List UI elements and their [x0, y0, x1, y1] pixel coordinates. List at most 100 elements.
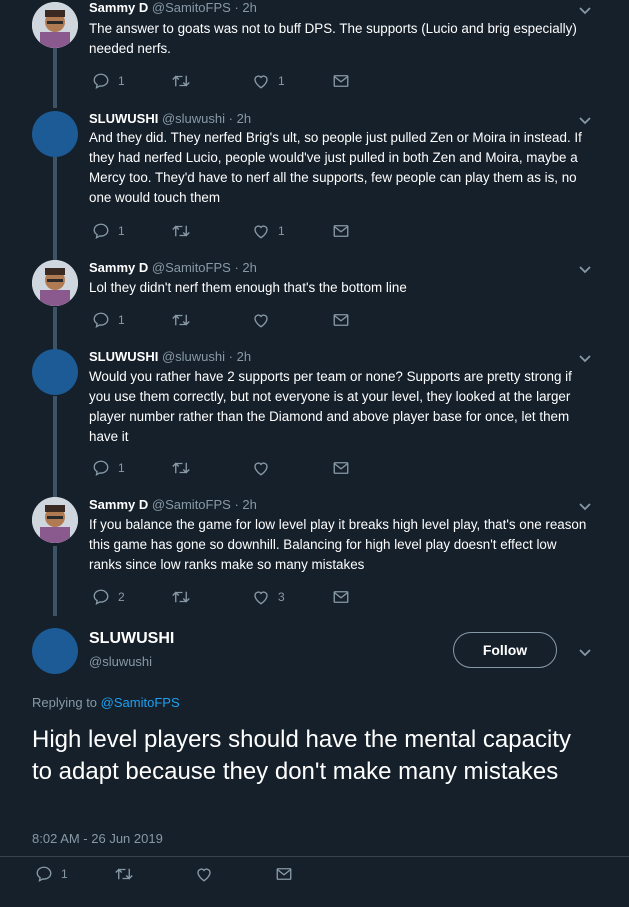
main-tweet-text: High level players should have the menta…	[32, 726, 571, 785]
tweet-text: If you balance the game for low level pl…	[89, 517, 587, 572]
tweet[interactable]: Sammy D @SamitoFPS · 2h Lol they didn't …	[0, 258, 629, 340]
like-button[interactable]	[252, 458, 278, 478]
retweet-button[interactable]	[171, 587, 199, 607]
like-button[interactable]	[195, 864, 221, 884]
replying-to-handle[interactable]: @SamitoFPS	[101, 695, 180, 710]
avatar[interactable]	[32, 628, 78, 674]
direct-message-button[interactable]	[275, 864, 293, 884]
speech-bubble-icon	[93, 589, 109, 606]
tweet-timestamp[interactable]: 8:02 AM - 26 Jun 2019	[32, 831, 163, 846]
like-button[interactable]: 1	[252, 221, 285, 241]
envelope-icon	[333, 75, 349, 87]
envelope-icon	[333, 314, 349, 326]
display-name[interactable]: Sammy D	[89, 0, 148, 15]
reply-button[interactable]: 2	[92, 587, 125, 607]
tweet-header: Sammy D @SamitoFPS · 2h	[89, 0, 257, 15]
direct-message-button[interactable]	[332, 587, 350, 607]
reply-button[interactable]: 1	[92, 458, 125, 478]
speech-bubble-icon	[93, 73, 109, 90]
direct-message-button[interactable]	[332, 458, 350, 478]
tweet-text: The answer to goats was not to buff DPS.…	[89, 21, 577, 56]
timestamp[interactable]: 2h	[242, 0, 256, 15]
retweet-button[interactable]	[171, 458, 199, 478]
like-button[interactable]	[252, 310, 278, 330]
tweet[interactable]: Sammy D @SamitoFPS · 2h The answer to go…	[0, 0, 629, 100]
replying-to: Replying to @SamitoFPS	[32, 695, 180, 710]
retweet-button[interactable]	[171, 221, 199, 241]
retweet-arrows-icon	[115, 868, 133, 880]
tweet-text: And they did. They nerfed Brig's ult, so…	[89, 130, 582, 205]
direct-message-button[interactable]	[332, 310, 350, 330]
separator: ·	[234, 260, 239, 275]
handle[interactable]: @sluwushi	[162, 111, 225, 126]
reply-count: 2	[118, 590, 125, 604]
retweet-button[interactable]	[171, 71, 199, 91]
chevron-down-icon[interactable]	[578, 6, 592, 16]
timestamp[interactable]: 2h	[237, 349, 251, 364]
separator: ·	[228, 349, 233, 364]
retweet-button[interactable]	[114, 864, 142, 884]
speech-bubble-icon	[93, 223, 109, 240]
avatar[interactable]	[32, 111, 78, 157]
like-count: 3	[278, 590, 285, 604]
timestamp[interactable]: 2h	[237, 111, 251, 126]
display-name[interactable]: SLUWUSHI	[89, 349, 158, 364]
display-name[interactable]: SLUWUSHI	[89, 630, 174, 648]
tweet-header: Sammy D @SamitoFPS · 2h	[89, 260, 257, 275]
speech-bubble-icon	[93, 312, 109, 329]
handle[interactable]: @SamitoFPS	[152, 497, 231, 512]
envelope-icon	[333, 591, 349, 603]
avatar[interactable]	[32, 349, 78, 395]
retweet-arrows-icon	[172, 225, 190, 237]
handle[interactable]: @sluwushi	[89, 654, 152, 669]
tweet-header: SLUWUSHI @sluwushi · 2h	[89, 111, 251, 126]
heart-icon	[197, 868, 211, 882]
reply-button[interactable]: 1	[92, 71, 125, 91]
avatar[interactable]	[32, 497, 78, 543]
display-name[interactable]: Sammy D	[89, 497, 148, 512]
avatar[interactable]	[32, 2, 78, 48]
handle[interactable]: @sluwushi	[162, 349, 225, 364]
reply-count: 1	[118, 313, 125, 327]
display-name[interactable]: Sammy D	[89, 260, 148, 275]
reply-count: 1	[118, 461, 125, 475]
chevron-down-icon[interactable]	[578, 116, 592, 126]
reply-button[interactable]: 1	[35, 864, 68, 884]
avatar[interactable]	[32, 260, 78, 306]
like-button[interactable]: 1	[252, 71, 285, 91]
display-name[interactable]: SLUWUSHI	[89, 111, 158, 126]
reply-button[interactable]: 1	[92, 221, 125, 241]
speech-bubble-icon	[36, 866, 52, 883]
handle[interactable]: @SamitoFPS	[152, 0, 231, 15]
handle[interactable]: @SamitoFPS	[152, 260, 231, 275]
follow-button[interactable]: Follow	[453, 632, 557, 668]
envelope-icon	[333, 462, 349, 474]
heart-icon	[254, 462, 268, 476]
direct-message-button[interactable]	[332, 221, 350, 241]
timestamp[interactable]: 2h	[242, 260, 256, 275]
retweet-button[interactable]	[171, 310, 199, 330]
tweet[interactable]: Sammy D @SamitoFPS · 2h If you balance t…	[0, 495, 629, 615]
reply-count: 1	[118, 74, 125, 88]
divider	[0, 856, 629, 857]
direct-message-button[interactable]	[332, 71, 350, 91]
retweet-arrows-icon	[172, 75, 190, 87]
timestamp[interactable]: 2h	[242, 497, 256, 512]
chevron-down-icon[interactable]	[578, 502, 592, 512]
retweet-arrows-icon	[172, 314, 190, 326]
speech-bubble-icon	[93, 460, 109, 477]
tweet-header: Sammy D @SamitoFPS · 2h	[89, 497, 257, 512]
chevron-down-icon[interactable]	[578, 354, 592, 364]
tweet[interactable]: SLUWUSHI @sluwushi · 2h Would you rather…	[0, 347, 629, 489]
like-count: 1	[278, 74, 285, 88]
separator: ·	[234, 497, 239, 512]
tweet[interactable]: SLUWUSHI @sluwushi · 2h And they did. Th…	[0, 108, 629, 250]
tweet-text: Would you rather have 2 supports per tea…	[89, 369, 572, 444]
chevron-down-icon[interactable]	[578, 648, 592, 658]
envelope-icon	[333, 225, 349, 237]
like-count: 1	[278, 224, 285, 238]
reply-button[interactable]: 1	[92, 310, 125, 330]
chevron-down-icon[interactable]	[578, 265, 592, 275]
like-button[interactable]: 3	[252, 587, 285, 607]
reply-count: 1	[118, 224, 125, 238]
